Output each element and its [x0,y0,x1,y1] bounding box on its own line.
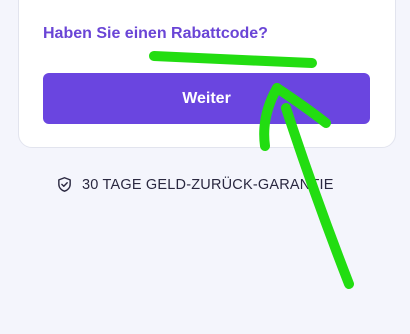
shield-check-icon [58,177,71,192]
continue-button[interactable]: Weiter [43,73,370,124]
guarantee-label: 30 TAGE GELD-ZURÜCK-GARANTIE [82,176,334,193]
discount-code-link[interactable]: Haben Sie einen Rabattcode? [43,25,268,43]
money-back-guarantee: 30 TAGE GELD-ZURÜCK-GARANTIE [56,176,334,193]
